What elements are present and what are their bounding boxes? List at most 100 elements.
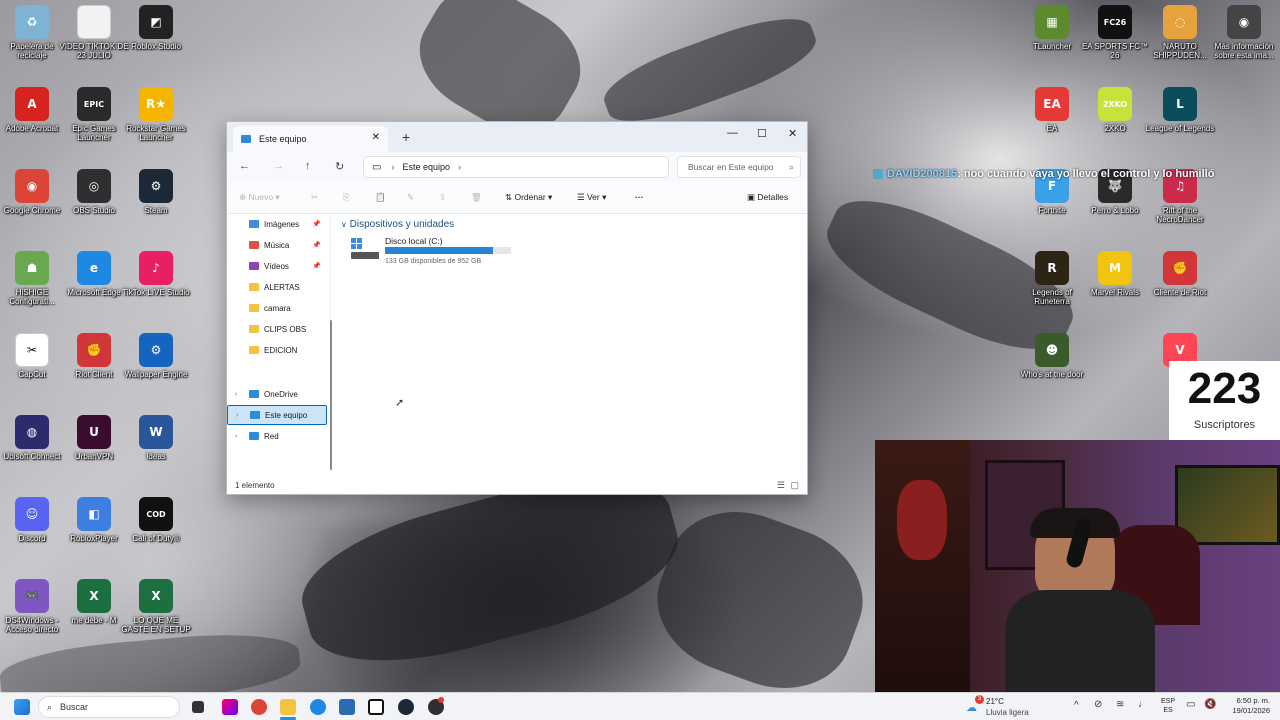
back-arrow-icon[interactable]: ← xyxy=(239,160,250,172)
desktop-icon-whos-door[interactable]: ☻ Who's at the door xyxy=(1017,333,1087,379)
sidebar-item-este-equipo[interactable]: › Este equipo xyxy=(227,405,327,425)
file-explorer-taskbar-icon[interactable] xyxy=(280,699,296,715)
sidebar-item-edicion[interactable]: EDICION xyxy=(227,340,327,360)
section-header[interactable]: ∨ Dispositivos y unidades xyxy=(341,219,454,230)
pin-icon[interactable]: 📌 xyxy=(312,220,321,228)
paste-icon[interactable]: 📋 xyxy=(375,192,386,203)
desktop-icon-call-of-duty[interactable]: COD Call of Duty® xyxy=(121,497,191,543)
sidebar-item-imágenes[interactable]: Imágenes 📌 xyxy=(227,214,327,234)
pin-icon[interactable]: 📌 xyxy=(312,262,321,270)
desktop-icon-ubisoft[interactable]: ◍ Ubisoft Connect xyxy=(0,415,67,461)
desktop-icon-marvel-rivals[interactable]: M Marvel Rivals xyxy=(1080,251,1150,297)
maximize-button[interactable]: ☐ xyxy=(757,127,767,140)
sidebar-item-música[interactable]: Música 📌 xyxy=(227,235,327,255)
navigation-scrollbar[interactable] xyxy=(330,320,332,470)
wifi-icon[interactable]: ≋ xyxy=(1116,699,1124,710)
chevron-right-icon[interactable]: › xyxy=(236,412,238,419)
close-window-button[interactable]: ✕ xyxy=(788,127,797,140)
pin-icon[interactable]: 📌 xyxy=(312,241,321,249)
volume-off-icon[interactable]: 🔇 xyxy=(1204,699,1216,710)
new-tab-button[interactable]: + xyxy=(402,129,410,145)
copilot-icon[interactable] xyxy=(222,699,238,715)
capcut-taskbar-icon[interactable] xyxy=(368,699,384,715)
desktop-icon-capcut[interactable]: ✂ CapCut xyxy=(0,333,67,379)
clock[interactable]: 6:50 p. m. 19/01/2026 xyxy=(1222,696,1270,716)
desktop-icon-ea[interactable]: EA EA xyxy=(1017,87,1087,133)
sort-button[interactable]: ⇅ Ordenar ▾ xyxy=(505,192,552,203)
store-icon[interactable] xyxy=(339,699,355,715)
desktop-icon-obs[interactable]: ◎ OBS Studio xyxy=(59,169,129,215)
chrome-taskbar-icon[interactable] xyxy=(251,699,267,715)
desktop-icon-riot-client[interactable]: ✊ Cliente de Riot xyxy=(1145,251,1215,297)
more-options-icon[interactable]: ··· xyxy=(635,192,644,202)
network-off-icon[interactable]: ⊘ xyxy=(1094,699,1102,710)
minimize-button[interactable]: — xyxy=(727,127,738,139)
desktop-icon-2xko[interactable]: 2XKO 2XKO xyxy=(1080,87,1150,133)
details-button[interactable]: ▣ Detalles xyxy=(747,192,788,203)
search-input[interactable]: Buscar en Este equipo ⌕ xyxy=(677,156,801,178)
desktop-icon-naruto[interactable]: ◌ NARUTO SHIPPUDEN... xyxy=(1145,5,1215,60)
desktop-icon-discord[interactable]: ☺ Discord xyxy=(0,497,67,543)
desktop-icon-acrobat[interactable]: A Adobe Acrobat xyxy=(0,87,67,133)
new-button[interactable]: ⊕ Nuevo ▾ xyxy=(239,192,280,203)
chevron-down-icon[interactable]: ∨ xyxy=(341,220,347,229)
desktop-icon-steam[interactable]: ⚙ Steam xyxy=(121,169,191,215)
address-bar[interactable]: ▭ › Este equipo › xyxy=(363,156,669,178)
monitor-icon[interactable]: ▭ xyxy=(1186,699,1195,710)
desktop-icon-runeterra[interactable]: R Legends of Runeterra xyxy=(1017,251,1087,306)
close-tab-icon[interactable]: ✕ xyxy=(372,132,380,143)
sidebar-item-alertas[interactable]: ALERTAS xyxy=(227,277,327,297)
sidebar-item-clips-obs[interactable]: CLIPS OBS xyxy=(227,319,327,339)
details-view-icon[interactable]: ☰ xyxy=(777,480,785,491)
chevron-right-icon[interactable]: › xyxy=(235,391,237,398)
tab-este-equipo[interactable]: Este equipo ✕ xyxy=(233,126,388,152)
breadcrumb[interactable]: Este equipo xyxy=(402,162,450,172)
desktop-icon-fc26[interactable]: FC26 EA SPORTS FC™ 26 xyxy=(1080,5,1150,60)
desktop-icon-epic-games[interactable]: EPIC Epic Games Launcher xyxy=(59,87,129,142)
desktop-icon-excel[interactable]: X LO QUE ME GASTE EN SETUP xyxy=(121,579,191,634)
breadcrumb-chevron-icon[interactable]: › xyxy=(458,162,461,172)
cut-icon[interactable]: ✂ xyxy=(311,192,318,203)
desktop-icon-excel[interactable]: Xme debe - M xyxy=(59,579,129,625)
rename-icon[interactable]: ✎ xyxy=(407,192,414,203)
desktop-icon-document[interactable]: VIDEO TIKTOK DE 23 JULIO xyxy=(59,5,129,60)
chevron-right-icon[interactable]: › xyxy=(235,433,237,440)
refresh-icon[interactable]: ↻ xyxy=(335,160,344,173)
sidebar-item-onedrive[interactable]: › OneDrive xyxy=(227,384,327,404)
desktop-icon-hishige[interactable]: ☗ HiSHIGE Configurati... xyxy=(0,251,67,306)
desktop-icon-wallpaper-engine[interactable]: ⚙ Wallpaper Engine xyxy=(121,333,191,379)
share-icon[interactable]: ⇪ xyxy=(439,192,446,203)
sidebar-item-vídeos[interactable]: Vídeos 📌 xyxy=(227,256,327,276)
forward-arrow-icon[interactable]: → xyxy=(273,160,284,172)
desktop-icon-chrome[interactable]: ◉ Google Chrome xyxy=(0,169,67,215)
desktop-icon-edge[interactable]: e Microsoft Edge xyxy=(59,251,129,297)
steam-taskbar-icon[interactable] xyxy=(398,699,414,715)
desktop-icon-roblox-studio[interactable]: ◩ Roblox Studio xyxy=(121,5,191,51)
tiles-view-icon[interactable]: ▢ xyxy=(790,480,799,491)
view-button[interactable]: ☰ Ver ▾ xyxy=(577,192,606,203)
task-view-icon[interactable] xyxy=(192,701,204,713)
start-button[interactable] xyxy=(14,699,30,715)
drive-item[interactable]: Disco local (C:) 133 GB disponibles de 9… xyxy=(351,236,521,270)
edge-taskbar-icon[interactable] xyxy=(310,699,326,715)
desktop-icon-league[interactable]: L League of Legends xyxy=(1145,87,1215,133)
show-hidden-icons-icon[interactable]: ^ xyxy=(1074,700,1079,711)
desktop-icon-rockstar[interactable]: R★ Rockstar Games Launcher xyxy=(121,87,191,142)
desktop-icon-recycle-bin[interactable]: ♻ Papelera de reciclaje xyxy=(0,5,67,60)
taskbar-search[interactable]: ⌕ Buscar xyxy=(38,696,180,718)
language-indicator[interactable]: ESP ES xyxy=(1158,697,1178,715)
desktop-icon-roblox[interactable]: ◧ RobloxPlayer xyxy=(59,497,129,543)
desktop-icon-riot-client[interactable]: ✊ Riot Client xyxy=(59,333,129,379)
desktop-icon-word[interactable]: W Ideas xyxy=(121,415,191,461)
desktop-icon-tlauncher[interactable]: ▦ TLauncher xyxy=(1017,5,1087,51)
sidebar-item-red[interactable]: › Red xyxy=(227,426,327,446)
desktop-icon-urbanvpn[interactable]: U UrbanVPN xyxy=(59,415,129,461)
sidebar-item-camara[interactable]: camara xyxy=(227,298,327,318)
copy-icon[interactable]: ⎘ xyxy=(343,192,350,203)
microphone-icon[interactable]: ♩ xyxy=(1138,699,1148,710)
up-arrow-icon[interactable]: ↑ xyxy=(305,160,311,172)
desktop-icon-ds4windows[interactable]: 🎮 DS4Windows - Acceso directo xyxy=(0,579,67,634)
delete-icon[interactable]: 🗑 xyxy=(471,192,482,203)
desktop-icon-tiktok[interactable]: ♪ TikTok LIVE Studio xyxy=(121,251,191,297)
desktop-icon-info-camera[interactable]: ◉ Más información sobre esta ima... xyxy=(1209,5,1279,60)
